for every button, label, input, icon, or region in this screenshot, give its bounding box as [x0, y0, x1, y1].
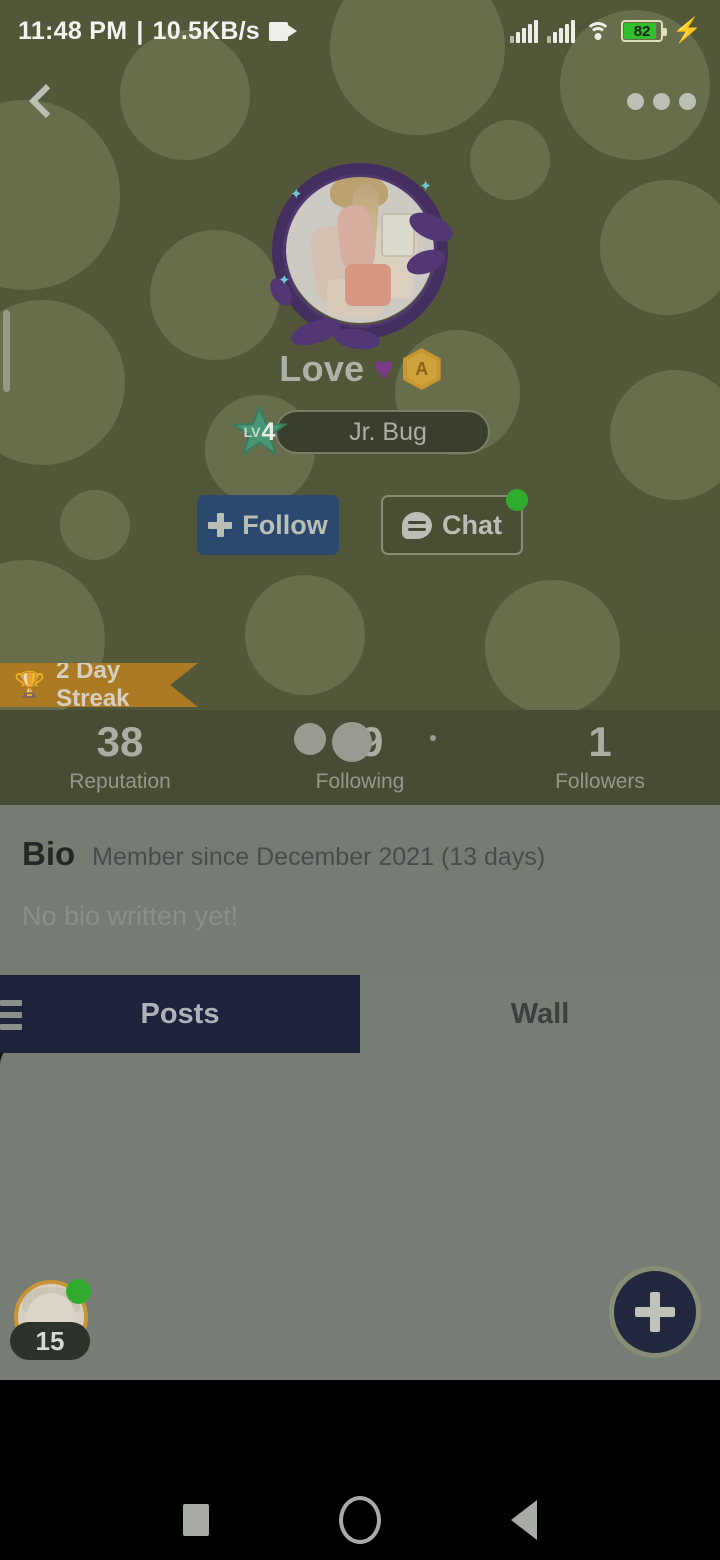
stat-reputation[interactable]: 38 Reputation	[0, 721, 240, 794]
battery-percent: 82	[633, 22, 651, 40]
square-recents-icon[interactable]	[183, 1504, 209, 1536]
status-separator: |	[136, 16, 144, 45]
video-camera-icon	[268, 21, 297, 41]
circle-home-icon[interactable]	[339, 1496, 381, 1544]
create-post-button[interactable]	[609, 1266, 701, 1358]
level-number: 4	[261, 417, 276, 446]
tab-bar: Posts Wall	[0, 975, 720, 1053]
stat-followers[interactable]: 1 Followers	[480, 721, 720, 794]
avatar[interactable]: ✦ ✦ ✦	[265, 163, 457, 353]
profile-header: ✦ ✦ ✦ Love ♥ A LV 4 Jr. Bug Follow Chat …	[0, 0, 720, 710]
tab-posts[interactable]: Posts	[0, 975, 360, 1053]
badge-letter: A	[415, 358, 429, 379]
streak-ribbon: 🏆 2 Day Streak	[0, 663, 198, 707]
level-title-row: LV 4 Jr. Bug	[0, 404, 720, 460]
bio-heading: Bio	[22, 835, 76, 872]
online-count-badge[interactable]: 15	[10, 1322, 90, 1360]
battery-icon: 82	[621, 20, 668, 42]
plus-icon	[208, 513, 233, 537]
tab-wall[interactable]: Wall	[360, 975, 720, 1053]
member-since: Member since December 2021 (13 days)	[92, 843, 546, 871]
page-title: Love	[279, 348, 365, 389]
status-badge: Jr. Bug	[274, 410, 490, 454]
triangle-back-icon[interactable]	[511, 1500, 537, 1540]
tab-wall-label: Wall	[510, 997, 570, 1030]
online-status-dot	[66, 1279, 91, 1304]
tab-posts-label: Posts	[140, 997, 220, 1030]
follow-button[interactable]: Follow	[197, 495, 339, 555]
member-title: Jr. Bug	[349, 417, 427, 446]
network-speed: 10.5KB/s	[152, 16, 260, 45]
username-row: Love ♥ A	[0, 348, 720, 390]
status-bar: 11:48 PM | 10.5KB/s 82 ⚡	[0, 0, 720, 62]
back-chevron-icon[interactable]	[24, 84, 58, 118]
phone-screen: ✦ ✦ ✦ Love ♥ A LV 4 Jr. Bug Follow Chat …	[0, 0, 720, 1560]
system-nav-bar	[0, 1480, 720, 1560]
amino-badge-icon: A	[402, 348, 441, 390]
hamburger-menu-icon[interactable]	[0, 1000, 24, 1030]
scrollbar[interactable]	[3, 310, 10, 392]
profile-actions: Follow Chat	[0, 489, 720, 555]
online-status-dot	[506, 489, 528, 511]
stat-label: Reputation	[69, 770, 171, 793]
header-nav-row	[0, 66, 720, 136]
level-prefix: LV	[243, 424, 261, 440]
heart-emoji-icon: ♥	[373, 350, 394, 388]
bio-section: Bio Member since December 2021 (13 days)…	[0, 805, 720, 975]
signal-bars-icon	[510, 19, 539, 43]
stat-value: 38	[96, 718, 144, 765]
follow-label: Follow	[242, 509, 328, 540]
chat-button[interactable]: Chat	[381, 489, 528, 555]
stat-value: 1	[588, 718, 612, 765]
lightning-bolt-icon: ⚡	[672, 17, 702, 44]
signal-bars-icon-2	[547, 19, 576, 43]
plus-icon	[635, 1292, 675, 1332]
ad-zone: Chat with new friends today! kik· Downlo…	[0, 1380, 720, 1480]
chat-bubble-icon	[402, 511, 432, 539]
level-badge: LV 4	[231, 404, 289, 460]
three-dot-menu-icon[interactable]	[627, 92, 696, 110]
bio-empty-text: No bio written yet!	[22, 901, 239, 931]
trophy-icon: 🏆	[14, 670, 46, 699]
status-clock: 11:48 PM	[18, 16, 128, 45]
stat-label: Followers	[555, 770, 645, 793]
stat-label: Following	[315, 770, 405, 793]
chat-label: Chat	[442, 509, 502, 540]
online-count: 15	[35, 1325, 65, 1356]
wifi-icon	[584, 20, 612, 42]
